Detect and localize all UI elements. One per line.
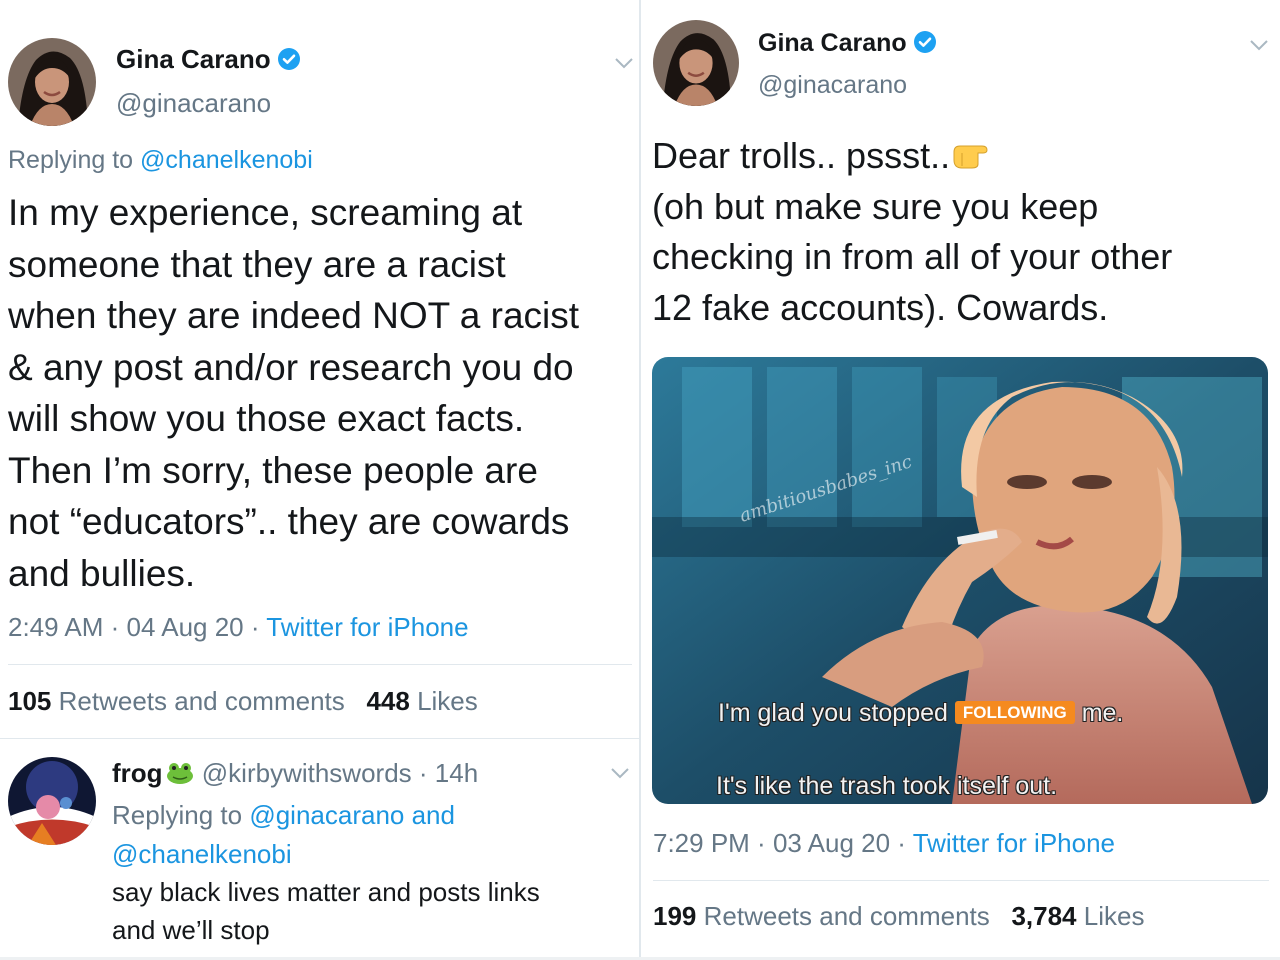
likes-stat[interactable]: 448 Likes — [366, 686, 477, 716]
divider — [653, 880, 1269, 881]
tweet-media-image[interactable]: ambitiousbabes_inc I'm glad you stopped … — [652, 357, 1268, 804]
tweet-text-line: will show you those exact facts. — [8, 398, 525, 439]
right-tweet-panel: Gina Carano @ginacarano Dear trolls.. ps… — [641, 0, 1280, 960]
tweet-time[interactable]: 2:49 AM — [8, 612, 103, 642]
tweet-text-line: Then I’m sorry, these people are — [8, 449, 538, 491]
author-name[interactable]: Gina Carano — [758, 29, 937, 58]
tweet-source-link[interactable]: Twitter for iPhone — [913, 828, 1115, 858]
replying-to-line: Replying to @chanelkenobi — [8, 146, 313, 175]
retweets-stat[interactable]: 105 Retweets and comments — [8, 686, 345, 716]
retweets-stat[interactable]: 199 Retweets and comments — [653, 901, 990, 931]
tweet-text-line: when they are indeed NOT a racist — [8, 295, 580, 336]
tweet-text-line: not “educators”.. they are cowards — [8, 501, 570, 542]
chevron-down-icon[interactable] — [614, 56, 634, 70]
avatar[interactable] — [8, 38, 96, 126]
tweet-text-line: checking in from all of your other — [652, 236, 1173, 277]
divider — [0, 738, 640, 739]
reply-author-name[interactable]: frog — [112, 758, 163, 788]
avatar[interactable] — [653, 20, 739, 106]
left-tweet-panel: Gina Carano @ginacarano Replying to @cha… — [0, 0, 640, 960]
engagement-stats: 105 Retweets and comments 448 Likes — [8, 686, 478, 717]
tweet-text: In my experience, screaming at someone t… — [8, 187, 638, 599]
author-handle[interactable]: @ginacarano — [116, 88, 271, 119]
frog-emoji-icon — [165, 761, 195, 785]
reply-author-line: frog @kirbywithswords · 14h — [112, 758, 479, 788]
tweet-text-line: 12 fake accounts). Cowards. — [652, 286, 1109, 328]
replying-to-link[interactable]: @chanelkenobi — [140, 146, 313, 174]
reply-text-line: and we’ll stop — [112, 915, 270, 945]
reply-age[interactable]: 14h — [435, 758, 478, 788]
pointing-right-emoji-icon — [952, 137, 996, 173]
reply-text: say black lives matter and posts links a… — [112, 873, 632, 949]
reply-author-handle[interactable]: @kirbywithswords — [202, 758, 412, 788]
replying-and: and — [404, 800, 455, 830]
reply-text-line: say black lives matter and posts links — [112, 877, 540, 907]
replying-to-link[interactable]: @chanelkenobi — [112, 839, 292, 869]
author-name[interactable]: Gina Carano — [116, 44, 301, 75]
chevron-down-icon[interactable] — [610, 766, 630, 780]
replying-label: Replying to — [8, 146, 141, 174]
tweet-date[interactable]: 03 Aug 20 — [773, 828, 890, 858]
tweet-text-line: In my experience, screaming at — [8, 192, 523, 233]
meme-image: ambitiousbabes_inc — [652, 357, 1268, 804]
tweet-text-line: and bullies. — [8, 552, 196, 594]
reply-replying-to: Replying to @ginacarano and @chanelkenob… — [112, 796, 632, 874]
tweet-date[interactable]: 04 Aug 20 — [127, 612, 244, 642]
engagement-stats: 199 Retweets and comments 3,784 Likes — [653, 901, 1144, 932]
replying-label: Replying to — [112, 800, 250, 830]
following-badge: FOLLOWING — [954, 701, 1075, 724]
likes-stat[interactable]: 3,784 Likes — [1011, 901, 1144, 931]
tweet-time[interactable]: 7:29 PM — [653, 828, 750, 858]
tweet-metadata: 7:29 PM · 03 Aug 20 · Twitter for iPhone — [653, 828, 1116, 858]
tweet-text: Dear trolls.. pssst.. (oh but make sure … — [652, 131, 1272, 333]
tweet-text-line: (oh but make sure you keep — [652, 185, 1099, 227]
tweet-metadata: 2:49 AM · 04 Aug 20 · Twitter for iPhone — [8, 612, 469, 642]
replying-to-link[interactable]: @ginacarano — [249, 800, 404, 830]
tweet-text-line: & any post and/or research you do — [8, 346, 574, 388]
verified-badge-icon — [913, 30, 937, 54]
tweet-text-line: someone that they are a racist — [8, 243, 506, 285]
verified-badge-icon — [277, 47, 301, 71]
author-handle[interactable]: @ginacarano — [758, 71, 907, 100]
image-caption-line2: It's like the trash took itself out. — [716, 772, 1058, 800]
tweet-source-link[interactable]: Twitter for iPhone — [266, 612, 468, 642]
image-caption-line1: I'm glad you stopped FOLLOWING me. — [718, 699, 1124, 727]
tweet-text-line: Dear trolls.. pssst.. — [652, 131, 1272, 182]
divider — [8, 664, 632, 665]
reply-avatar[interactable] — [8, 757, 96, 845]
chevron-down-icon[interactable] — [1249, 38, 1269, 52]
